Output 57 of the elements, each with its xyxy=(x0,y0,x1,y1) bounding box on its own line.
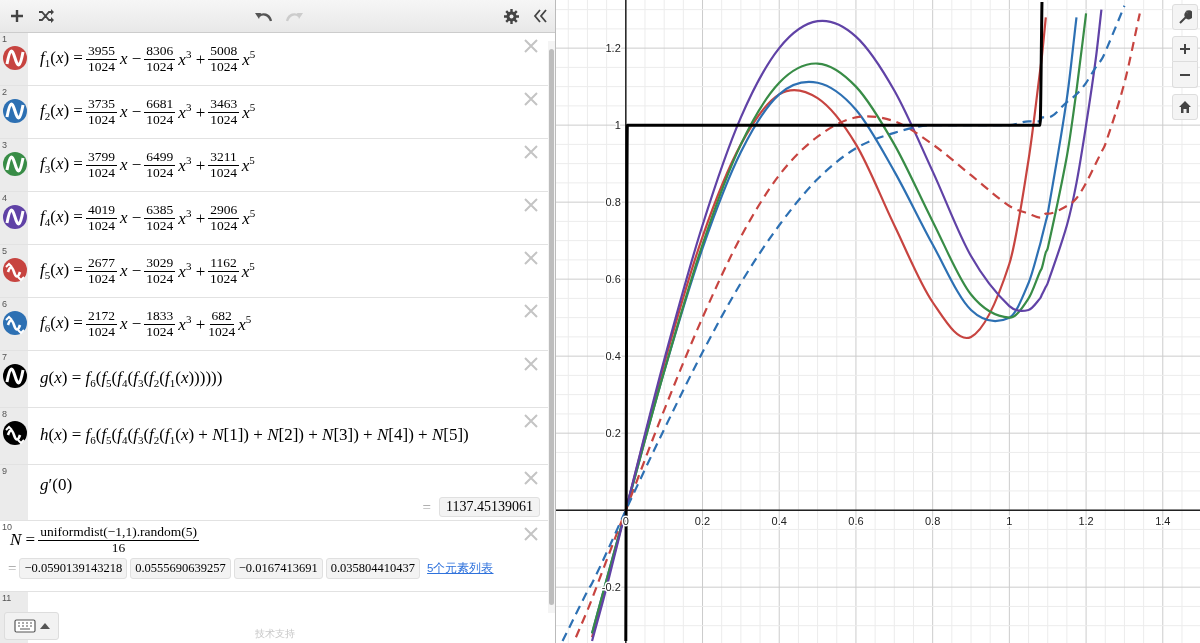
list-value: −0.0590139143218 xyxy=(19,557,128,579)
result-value: 1137.45139061 xyxy=(439,497,540,517)
expression-row[interactable]: 8 h(x) = f$_{6}$(f$_{5}$(f$_{4}$(f$_{3}$(f$_{2}$(f$_{1}$(x) + N[1]) + N[2]) + N[3]) + N[4]) + N[5]) xyxy=(0,408,548,465)
expression-row[interactable]: 7 g(x) = f$_{6}$(f$_{5}$(f$_{4}$(f$_{3}$(f$_{2}$(f$_{1}$(x)))))) xyxy=(0,351,548,408)
line-number: 9 xyxy=(2,466,7,476)
tick-label: 1 xyxy=(614,119,621,132)
tick-label: 1 xyxy=(1006,515,1013,528)
tick-label: 0.4 xyxy=(771,515,787,528)
zoom-in-button[interactable] xyxy=(1172,36,1198,62)
tick-label: 1.2 xyxy=(605,42,621,55)
line-number: 11 xyxy=(2,593,12,603)
scrollbar[interactable] xyxy=(548,41,555,613)
settings-icon[interactable] xyxy=(504,8,519,24)
tick-label: 0.2 xyxy=(605,427,621,440)
tick-label: 1.4 xyxy=(1155,515,1171,528)
line-number: 5 xyxy=(2,246,7,256)
list-value: 0.0555690639257 xyxy=(130,557,231,579)
line-number: 3 xyxy=(2,140,7,150)
equals-sign: = xyxy=(8,559,17,577)
equals-sign: = xyxy=(422,498,431,516)
shuffle-icon[interactable] xyxy=(38,9,54,23)
tick-label: 0.4 xyxy=(605,350,621,363)
tick-label: 0.6 xyxy=(605,273,621,286)
tick-label: 0.8 xyxy=(925,515,941,528)
zoom-out-button[interactable] xyxy=(1172,62,1198,88)
curve-icon[interactable] xyxy=(3,364,27,388)
line-number: 8 xyxy=(2,409,7,419)
home-icon[interactable] xyxy=(1178,100,1192,114)
home-button[interactable] xyxy=(1172,94,1198,120)
expression-row[interactable]: 9 g′(0) = 1137.45139061 xyxy=(0,465,548,521)
caret-icon[interactable] xyxy=(39,623,50,629)
graph-settings-button[interactable] xyxy=(1172,4,1198,30)
undo-icon[interactable] xyxy=(254,10,272,22)
curve-icon[interactable] xyxy=(3,205,27,229)
tick-label: 1.2 xyxy=(1078,515,1094,528)
double-chevron-icon[interactable] xyxy=(533,9,547,23)
keypad-button[interactable] xyxy=(4,612,59,640)
add-icon[interactable] xyxy=(10,9,24,23)
tick-label: 0.8 xyxy=(605,196,621,209)
formula[interactable]: g′(0) xyxy=(38,475,75,495)
line-number: 7 xyxy=(2,352,7,362)
list-value: −0.0167413691 xyxy=(233,557,323,579)
tick-label: 0.6 xyxy=(848,515,864,528)
list-summary-link[interactable]: 5个元素列表 xyxy=(427,560,494,576)
curve-icon[interactable] xyxy=(3,421,27,445)
keyboard-icon[interactable] xyxy=(13,619,36,633)
line-number: 4 xyxy=(2,193,7,203)
line-number: 2 xyxy=(2,87,7,97)
expression-row[interactable]: 10 N = uniformdist(−1,1).random(5) 16 = −0.0590139143218 0.0555690639257 −0.0167413691 0.035804410437 5个元素列表 xyxy=(0,521,548,592)
formula[interactable]: h(x) = f$_{6}$(f$_{5}$(f$_{4}$(f$_{3}$(f$_{2}$(f$_{1}$(x) + N[1]) + N[2]) + N[3]) + N[4]) + N[5]) xyxy=(38,425,471,447)
list-value: 0.035804410437 xyxy=(325,557,421,579)
plus-icon[interactable] xyxy=(1178,42,1192,56)
tick-label: 0.2 xyxy=(694,515,711,528)
line-number: 6 xyxy=(2,299,7,309)
formula[interactable]: g(x) = f$_{6}$(f$_{5}$(f$_{4}$(f$_{3}$(f$_{2}$(f$_{1}$(x)))))) xyxy=(38,368,225,390)
line-number: 1 xyxy=(2,34,7,44)
line-number: 10 xyxy=(2,522,12,532)
